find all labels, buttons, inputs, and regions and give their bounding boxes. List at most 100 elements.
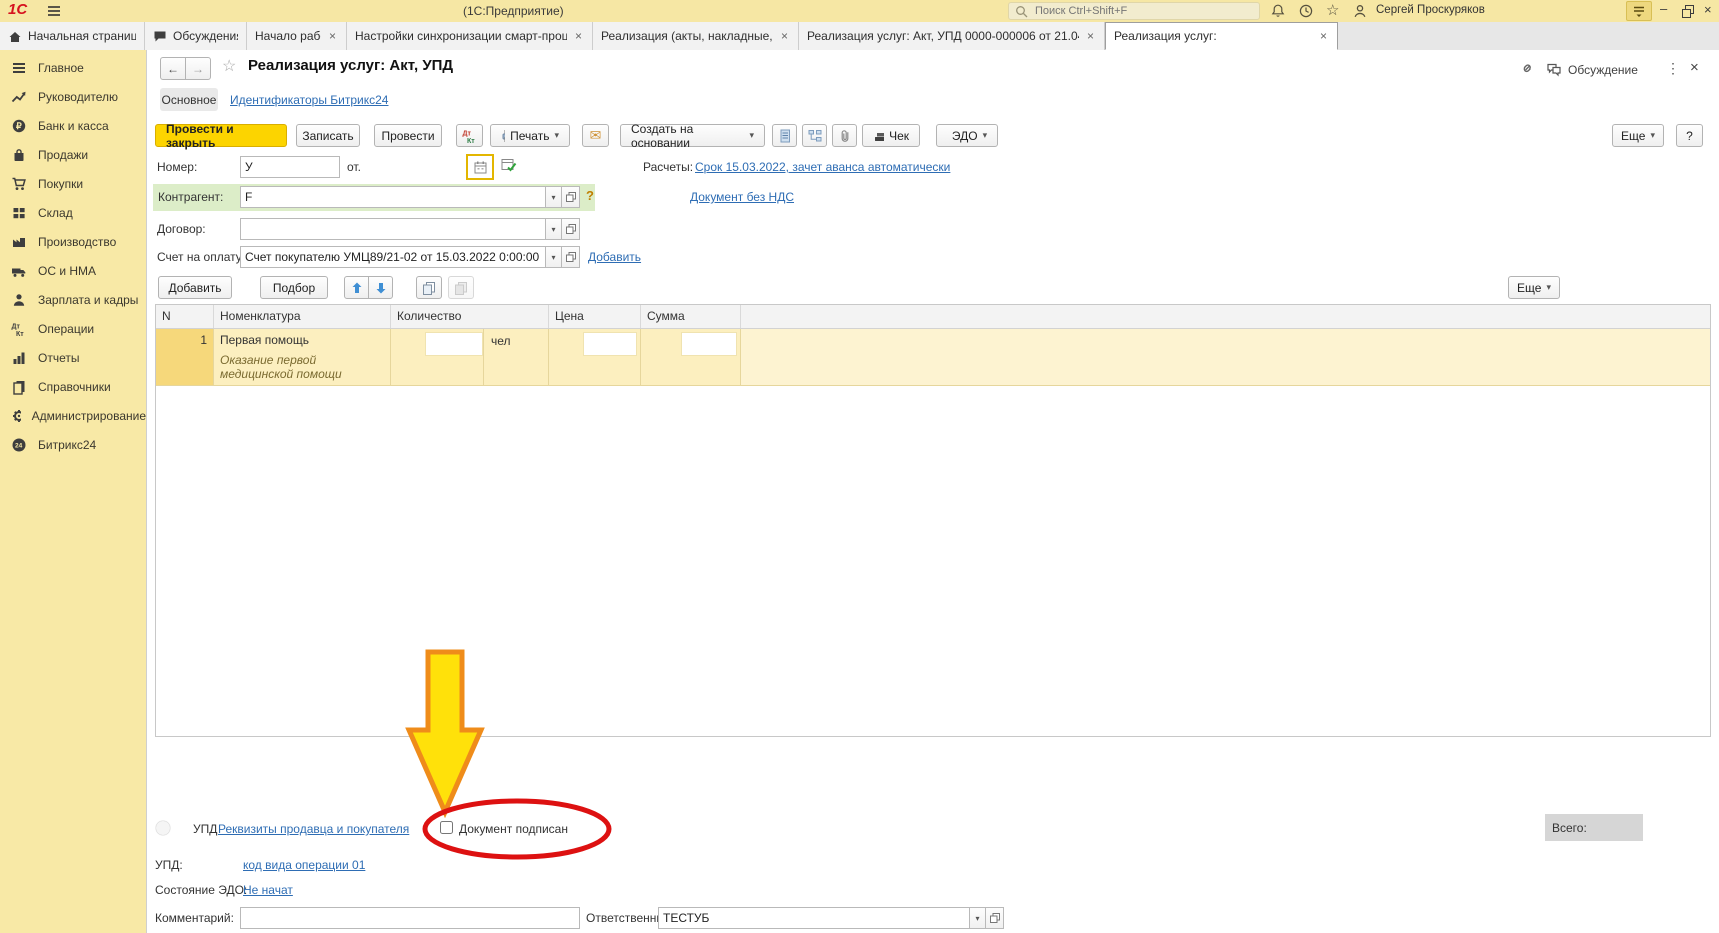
edo-state-link[interactable]: Не начат	[243, 883, 293, 897]
nav-forward-button[interactable]: →	[185, 57, 211, 80]
sidebar-item-administration[interactable]: Администрирование	[0, 401, 146, 430]
contract-input[interactable]	[240, 218, 546, 240]
favorites-star-icon[interactable]: ☆	[1326, 1, 1339, 19]
edo-button[interactable]: ЭДО▾	[936, 124, 998, 147]
responsible-open-icon[interactable]	[986, 907, 1004, 929]
col-header-n[interactable]: N	[156, 305, 214, 328]
tab-discussions[interactable]: Обсуждения	[145, 22, 247, 50]
settlements-terms-link[interactable]: Срок 15.03.2022, зачет аванса автоматиче…	[695, 160, 950, 174]
print-button[interactable]: Печать▾	[490, 124, 570, 147]
invoice-dropdown-icon[interactable]: ▾	[546, 246, 562, 268]
sidebar-item-main[interactable]: Главное	[0, 53, 146, 82]
send-email-button[interactable]: ✉	[582, 124, 609, 147]
document-signed-checkbox[interactable]	[440, 821, 453, 834]
favorite-star-icon[interactable]: ☆	[222, 56, 236, 76]
document-structure-button[interactable]	[802, 124, 827, 147]
cell-nomenclature[interactable]: Первая помощь Оказание первой медицинско…	[214, 329, 391, 386]
help-button[interactable]: ?	[1676, 124, 1703, 147]
global-search[interactable]	[1008, 2, 1260, 20]
report-button[interactable]	[772, 124, 797, 147]
tab-home[interactable]: Начальная страница	[0, 22, 145, 50]
close-form-button[interactable]: ×	[1690, 59, 1699, 76]
sum-value-box[interactable]	[681, 332, 737, 356]
sidebar-item-bitrix24[interactable]: 24 Битрикс24	[0, 430, 146, 459]
attachments-button[interactable]	[832, 124, 857, 147]
restore-button[interactable]	[1681, 4, 1695, 18]
invoice-add-link[interactable]: Добавить	[588, 250, 641, 264]
invoice-open-icon[interactable]	[562, 246, 580, 268]
post-button[interactable]: Провести	[374, 124, 442, 147]
tab-close-icon[interactable]: ×	[573, 29, 584, 43]
save-button[interactable]: Записать	[296, 124, 360, 147]
counterparty-open-icon[interactable]	[562, 186, 580, 208]
sidebar-item-warehouse[interactable]: Склад	[0, 198, 146, 227]
sidebar-item-sales[interactable]: Продажи	[0, 140, 146, 169]
sidebar-item-production[interactable]: Производство	[0, 227, 146, 256]
post-and-close-button[interactable]: Провести и закрыть	[155, 124, 287, 147]
operation-code-link[interactable]: код вида операции 01	[243, 858, 365, 872]
sidebar-item-operations[interactable]: ДтКт Операции	[0, 314, 146, 343]
pick-items-button[interactable]: Подбор	[260, 276, 328, 299]
set-current-date-icon[interactable]	[500, 156, 518, 174]
sidebar-item-reports[interactable]: Отчеты	[0, 343, 146, 372]
minimize-button[interactable]: –	[1660, 1, 1667, 16]
invoice-input[interactable]	[240, 246, 546, 268]
date-picker-button[interactable]	[466, 154, 494, 180]
more-items-button[interactable]: Еще▾	[1508, 276, 1560, 299]
comment-input[interactable]	[240, 907, 580, 929]
cell-quantity[interactable]: чел	[391, 329, 549, 386]
responsible-input[interactable]	[658, 907, 970, 929]
tab-sales-act-saved[interactable]: Реализация услуг: Акт, УПД 0000-000006 о…	[799, 22, 1105, 50]
vat-mode-link[interactable]: Документ без НДС	[690, 190, 794, 204]
tab-close-icon[interactable]: ×	[1318, 29, 1329, 43]
user-icon[interactable]	[1352, 3, 1368, 19]
tab-sync-settings[interactable]: Настройки синхронизации смарт-процессов …	[347, 22, 593, 50]
discussion-link[interactable]: Обсуждение	[1568, 63, 1638, 77]
move-row-down-button[interactable]	[368, 276, 393, 299]
quantity-value-box[interactable]	[425, 332, 483, 356]
contract-dropdown-icon[interactable]: ▾	[546, 218, 562, 240]
move-row-up-button[interactable]	[344, 276, 369, 299]
price-value-box[interactable]	[583, 332, 637, 356]
requisites-link[interactable]: Реквизиты продавца и покупателя	[218, 822, 409, 836]
cell-sum[interactable]	[641, 329, 741, 386]
discussion-icon[interactable]	[1546, 61, 1562, 77]
col-header-quantity[interactable]: Количество	[391, 305, 549, 328]
tab-getting-started[interactable]: Начало работы ×	[247, 22, 347, 50]
tab-bitrix-identifiers[interactable]: Идентификаторы Битрикс24	[230, 93, 388, 107]
col-header-price[interactable]: Цена	[549, 305, 641, 328]
copy-rows-button[interactable]	[416, 276, 442, 299]
sidebar-item-bank-cash[interactable]: ₽ Банк и касса	[0, 111, 146, 140]
number-input[interactable]	[240, 156, 340, 178]
notifications-bell-icon[interactable]	[1270, 3, 1286, 19]
tab-sales-act-new[interactable]: Реализация услуг: ×	[1105, 22, 1338, 50]
nav-back-button[interactable]: ←	[160, 57, 186, 80]
table-row[interactable]: 1 Первая помощь Оказание первой медицинс…	[156, 329, 1710, 386]
sidebar-item-purchases[interactable]: Покупки	[0, 169, 146, 198]
copy-link-icon[interactable]	[1519, 60, 1536, 77]
more-menu-dots-icon[interactable]: ⋮	[1666, 60, 1680, 77]
paste-rows-button[interactable]	[448, 276, 474, 299]
tab-close-icon[interactable]: ×	[779, 29, 790, 43]
cell-price[interactable]	[549, 329, 641, 386]
tab-close-icon[interactable]: ×	[1085, 29, 1096, 43]
user-name[interactable]: Сергей Проскуряков	[1376, 4, 1485, 16]
tab-sales-documents[interactable]: Реализация (акты, накладные, УПД) ×	[593, 22, 799, 50]
tab-main-section[interactable]: Основное	[160, 88, 218, 111]
service-menu-icon[interactable]	[1626, 1, 1652, 21]
create-based-on-button[interactable]: Создать на основании▾	[620, 124, 765, 147]
sidebar-item-salary-hr[interactable]: Зарплата и кадры	[0, 285, 146, 314]
more-toolbar-button[interactable]: Еще▾	[1612, 124, 1664, 147]
tab-close-icon[interactable]: ×	[327, 29, 338, 43]
counterparty-input[interactable]	[240, 186, 546, 208]
check-receipt-button[interactable]: Чек	[862, 124, 920, 147]
dtkt-postings-button[interactable]: ДтКт	[456, 124, 483, 147]
add-row-button[interactable]: Добавить	[158, 276, 232, 299]
col-header-sum[interactable]: Сумма	[641, 305, 741, 328]
contract-open-icon[interactable]	[562, 218, 580, 240]
sidebar-item-fixed-assets[interactable]: ОС и НМА	[0, 256, 146, 285]
responsible-dropdown-icon[interactable]: ▾	[970, 907, 986, 929]
sidebar-item-directories[interactable]: Справочники	[0, 372, 146, 401]
close-window-button[interactable]: ×	[1704, 2, 1712, 17]
history-icon[interactable]	[1298, 3, 1314, 19]
